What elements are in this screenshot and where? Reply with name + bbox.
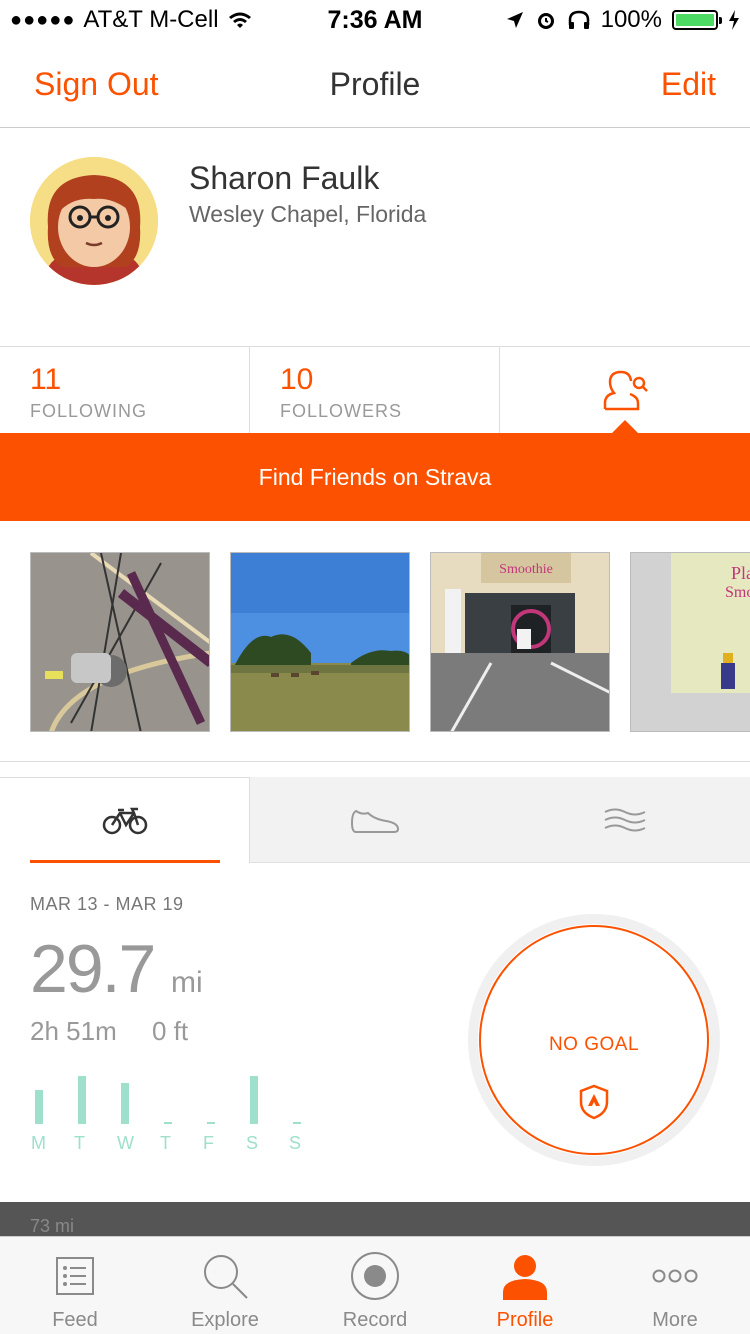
day-label-0: M xyxy=(31,1133,46,1153)
sport-tabs xyxy=(0,761,750,863)
tab-run[interactable] xyxy=(250,777,500,863)
photo-smoothie-store[interactable]: Smoothie xyxy=(430,552,610,732)
tabbar-record-label: Record xyxy=(342,1309,408,1331)
weekly-time: 2h 51m xyxy=(30,1016,117,1046)
week-range: MAR 13 - MAR 19 xyxy=(30,894,184,914)
search-icon xyxy=(204,1255,248,1299)
tabbar-explore-label: Explore xyxy=(191,1309,259,1331)
edit-button[interactable]: Edit xyxy=(661,66,716,103)
tabbar-profile[interactable]: Profile xyxy=(450,1237,600,1334)
battery-icon xyxy=(672,10,722,30)
more-icon xyxy=(652,1269,698,1283)
photo-strip[interactable]: Smoothie Planet Smoothi xyxy=(30,552,750,732)
avatar[interactable] xyxy=(30,157,158,285)
photo-field[interactable] xyxy=(230,552,410,732)
day-label-4: F xyxy=(203,1133,214,1153)
distance-unit: mi xyxy=(171,966,203,999)
day-label-6: S xyxy=(289,1133,302,1153)
tab-ride[interactable] xyxy=(0,777,250,863)
avatar-image xyxy=(30,157,158,285)
page-title: Profile xyxy=(329,66,421,102)
activity-bar-1 xyxy=(78,1076,86,1124)
svg-text:Smoothie: Smoothie xyxy=(499,562,553,577)
tabbar-more-label: More xyxy=(652,1309,698,1331)
nav-bar: Sign Out Profile Edit xyxy=(0,40,750,128)
photo-bike[interactable] xyxy=(30,552,210,732)
location-arrow-icon xyxy=(506,12,523,28)
charging-icon xyxy=(729,10,739,30)
followers-count: 10 xyxy=(280,363,314,396)
banner-notch xyxy=(612,420,638,433)
find-friends-icon xyxy=(603,370,648,411)
followers-label: FOLLOWERS xyxy=(280,401,403,421)
followers-stat[interactable]: 10 FOLLOWERS xyxy=(250,347,500,434)
headphones-icon xyxy=(568,10,589,29)
waves-icon xyxy=(604,808,646,831)
profile-location: Wesley Chapel, Florida xyxy=(189,201,427,227)
find-friends-button[interactable]: Find Friends on Strava xyxy=(0,433,750,521)
goal-label: NO GOAL xyxy=(548,1034,640,1055)
day-label-3: T xyxy=(160,1133,171,1153)
tabbar-explore[interactable]: Explore xyxy=(150,1237,300,1334)
following-count: 11 xyxy=(30,363,62,396)
monthly-strip: 73 mi xyxy=(0,1202,750,1236)
weekly-elevation: 0 ft xyxy=(152,1016,189,1046)
activity-bar-5 xyxy=(250,1076,258,1124)
tabbar-feed-label: Feed xyxy=(52,1309,98,1331)
day-label-5: S xyxy=(246,1133,259,1153)
strip-text: 73 mi xyxy=(30,1216,75,1236)
tab-swim[interactable] xyxy=(500,777,750,863)
activity-bar-6 xyxy=(293,1122,301,1124)
record-icon xyxy=(351,1252,399,1300)
shoe-icon xyxy=(350,809,400,833)
strava-shield-icon xyxy=(579,1084,609,1120)
activity-bar-2 xyxy=(121,1083,129,1124)
status-bar: ●●●●● AT&T M-Cell 7:36 AM 100% xyxy=(0,0,750,40)
battery-percent: 100% xyxy=(600,6,662,33)
activity-bar-0 xyxy=(35,1090,43,1124)
feed-icon xyxy=(56,1257,94,1295)
photo-smoothie-cup[interactable]: Planet Smoothi xyxy=(630,552,750,732)
day-label-2: W xyxy=(117,1133,134,1153)
alarm-icon xyxy=(537,13,554,29)
tabbar-more[interactable]: More xyxy=(600,1237,750,1334)
profile-icon xyxy=(503,1255,547,1300)
day-label-1: T xyxy=(74,1133,85,1153)
tabbar-feed[interactable]: Feed xyxy=(0,1237,150,1334)
svg-text:Planet: Planet xyxy=(731,563,750,583)
following-stat[interactable]: 11 FOLLOWING xyxy=(0,347,250,434)
tabbar-record[interactable]: Record xyxy=(300,1237,450,1334)
svg-text:Smoothi: Smoothi xyxy=(725,584,750,601)
activity-bar-4 xyxy=(207,1122,215,1124)
following-label: FOLLOWING xyxy=(30,401,148,421)
tabbar-profile-label: Profile xyxy=(496,1309,554,1331)
activity-bar-3 xyxy=(164,1122,172,1124)
active-tab-underline xyxy=(30,860,220,863)
weekly-distance: 29.7 xyxy=(30,931,156,1007)
bike-icon xyxy=(102,807,147,834)
tab-bar: Feed Explore Record Profile More xyxy=(0,1236,750,1334)
profile-name: Sharon Faulk xyxy=(189,160,380,196)
status-right: 100% xyxy=(505,6,740,34)
